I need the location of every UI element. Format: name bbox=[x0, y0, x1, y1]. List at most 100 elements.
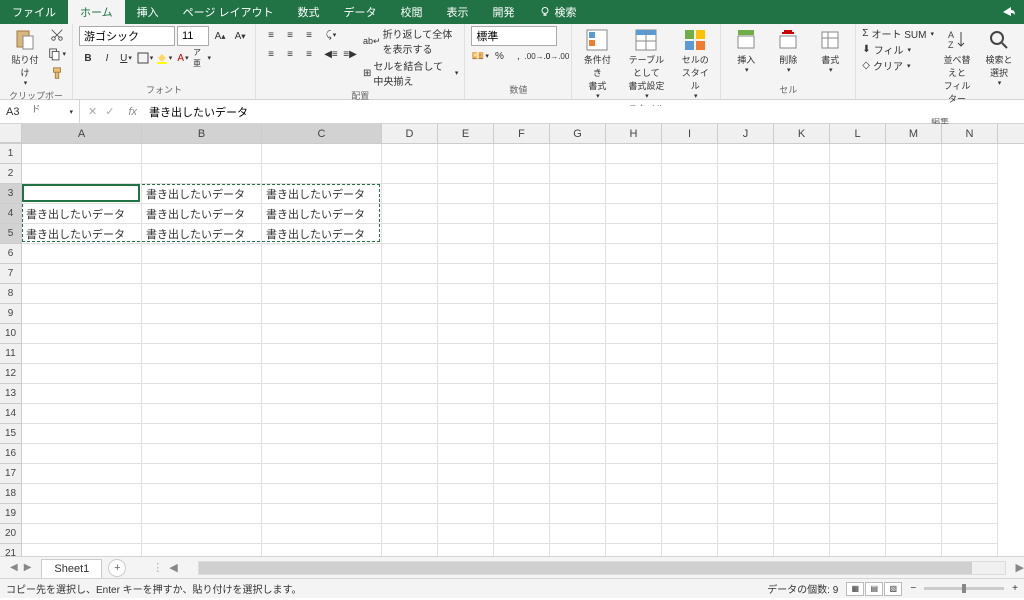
row-header[interactable]: 18 bbox=[0, 484, 22, 504]
cell[interactable] bbox=[718, 524, 774, 544]
cell[interactable] bbox=[438, 484, 494, 504]
cell[interactable] bbox=[142, 144, 262, 164]
row-header[interactable]: 19 bbox=[0, 504, 22, 524]
cell[interactable] bbox=[382, 284, 438, 304]
cell[interactable] bbox=[942, 284, 998, 304]
cell[interactable] bbox=[382, 184, 438, 204]
cell[interactable] bbox=[606, 504, 662, 524]
cell[interactable] bbox=[438, 184, 494, 204]
cell[interactable] bbox=[718, 404, 774, 424]
cell[interactable] bbox=[830, 224, 886, 244]
cell[interactable] bbox=[774, 364, 830, 384]
cell[interactable] bbox=[942, 364, 998, 384]
cell[interactable]: 書き出したいデータ bbox=[22, 224, 142, 244]
cell[interactable] bbox=[142, 364, 262, 384]
col-header[interactable]: N bbox=[942, 124, 998, 143]
cell[interactable] bbox=[718, 244, 774, 264]
cell[interactable] bbox=[718, 384, 774, 404]
cell[interactable] bbox=[262, 304, 382, 324]
cell[interactable] bbox=[606, 364, 662, 384]
col-header[interactable]: G bbox=[550, 124, 606, 143]
cell[interactable] bbox=[22, 384, 142, 404]
cell[interactable] bbox=[942, 224, 998, 244]
border-button[interactable]: ▾ bbox=[136, 49, 154, 67]
cell[interactable] bbox=[382, 464, 438, 484]
cell[interactable] bbox=[606, 224, 662, 244]
cell[interactable] bbox=[550, 424, 606, 444]
cell[interactable] bbox=[942, 264, 998, 284]
cell[interactable] bbox=[550, 544, 606, 556]
cell[interactable] bbox=[606, 424, 662, 444]
cell[interactable] bbox=[494, 364, 550, 384]
cell[interactable] bbox=[774, 244, 830, 264]
cell[interactable] bbox=[662, 404, 718, 424]
col-header[interactable]: K bbox=[774, 124, 830, 143]
cell[interactable] bbox=[606, 464, 662, 484]
enter-formula-button[interactable]: ✓ bbox=[105, 105, 114, 118]
cell[interactable] bbox=[886, 284, 942, 304]
insert-cells-button[interactable]: 挿入▾ bbox=[727, 26, 765, 76]
cell[interactable] bbox=[22, 324, 142, 344]
row-header[interactable]: 12 bbox=[0, 364, 22, 384]
cell[interactable] bbox=[830, 184, 886, 204]
cell[interactable] bbox=[494, 544, 550, 556]
cell[interactable] bbox=[606, 164, 662, 184]
row-header[interactable]: 20 bbox=[0, 524, 22, 544]
align-middle-button[interactable]: ≡ bbox=[281, 26, 299, 44]
cell[interactable] bbox=[550, 464, 606, 484]
cell[interactable] bbox=[438, 264, 494, 284]
cell[interactable] bbox=[886, 404, 942, 424]
cell[interactable] bbox=[942, 184, 998, 204]
cell[interactable] bbox=[382, 344, 438, 364]
font-name-select[interactable] bbox=[79, 26, 175, 46]
cell[interactable] bbox=[262, 544, 382, 556]
cell[interactable] bbox=[830, 164, 886, 184]
select-all-corner[interactable] bbox=[0, 124, 22, 143]
cell[interactable] bbox=[22, 424, 142, 444]
cell[interactable] bbox=[830, 544, 886, 556]
col-header[interactable]: I bbox=[662, 124, 718, 143]
cell[interactable] bbox=[382, 224, 438, 244]
cell[interactable] bbox=[774, 324, 830, 344]
cell[interactable] bbox=[550, 324, 606, 344]
cell[interactable] bbox=[550, 484, 606, 504]
cell[interactable] bbox=[830, 524, 886, 544]
cell[interactable] bbox=[718, 264, 774, 284]
accounting-button[interactable]: 💴▾ bbox=[471, 47, 489, 65]
cell[interactable] bbox=[550, 184, 606, 204]
row-header[interactable]: 2 bbox=[0, 164, 22, 184]
cell[interactable] bbox=[494, 284, 550, 304]
fx-icon[interactable]: fx bbox=[122, 106, 143, 118]
cell[interactable] bbox=[382, 264, 438, 284]
cell[interactable] bbox=[382, 304, 438, 324]
cell[interactable] bbox=[494, 184, 550, 204]
percent-button[interactable]: % bbox=[490, 47, 508, 65]
cell[interactable] bbox=[262, 324, 382, 344]
cell[interactable] bbox=[262, 244, 382, 264]
cell[interactable] bbox=[438, 404, 494, 424]
cell[interactable] bbox=[262, 344, 382, 364]
cell[interactable] bbox=[262, 144, 382, 164]
cell[interactable] bbox=[494, 524, 550, 544]
cell[interactable] bbox=[774, 544, 830, 556]
zoom-slider[interactable] bbox=[924, 587, 1004, 590]
formula-input[interactable] bbox=[143, 106, 1024, 118]
cell[interactable] bbox=[718, 424, 774, 444]
cell[interactable] bbox=[774, 444, 830, 464]
tab-home[interactable]: ホーム bbox=[68, 0, 125, 24]
cell[interactable] bbox=[382, 404, 438, 424]
cell[interactable] bbox=[662, 364, 718, 384]
cell[interactable] bbox=[142, 164, 262, 184]
cell[interactable] bbox=[606, 404, 662, 424]
italic-button[interactable]: I bbox=[98, 49, 116, 67]
cell[interactable] bbox=[830, 364, 886, 384]
cell[interactable] bbox=[262, 164, 382, 184]
tab-file[interactable]: ファイル bbox=[0, 0, 68, 24]
cell[interactable] bbox=[886, 424, 942, 444]
cell[interactable] bbox=[942, 144, 998, 164]
cell[interactable] bbox=[494, 344, 550, 364]
cell[interactable] bbox=[262, 444, 382, 464]
cell[interactable] bbox=[606, 384, 662, 404]
cell[interactable] bbox=[438, 144, 494, 164]
find-select-button[interactable]: 検索と 選択▾ bbox=[980, 26, 1018, 89]
